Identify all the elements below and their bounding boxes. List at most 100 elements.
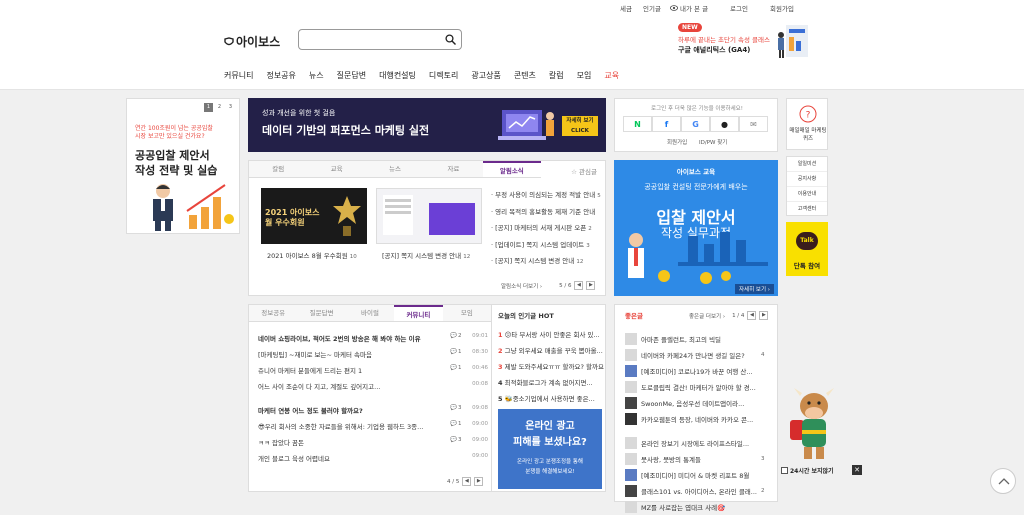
community-item-6[interactable]: 😎우리 회사의 소중한 자료들을 위해서: 기업용 웹하드 3종... 💬 1 09:… xyxy=(258,421,488,437)
nav-agency[interactable]: 대행컨설팅 xyxy=(379,70,416,84)
scroll-top-button[interactable] xyxy=(990,468,1016,494)
popular-link[interactable]: 인기글 xyxy=(643,3,661,13)
education-ad-banner[interactable]: 아이보스 교육 공공입찰 컨설팅 전문가에게 배우는 입찰 제안서 작성 실무과… xyxy=(614,160,778,296)
hot-item-3[interactable]: 3 제발 도와주세요ㅠㅠ 할까요? 할까요? xyxy=(498,361,604,377)
ad-page-2[interactable]: 2 xyxy=(215,103,224,112)
side-notice[interactable]: 공지사항 xyxy=(787,172,827,187)
good-item-1[interactable]: 아마존 플렐런트, 최고의 빅딜 xyxy=(625,331,777,347)
ad-page-1[interactable]: 1 xyxy=(204,103,213,112)
tab-news[interactable]: 뉴스 xyxy=(366,161,424,177)
tab-education[interactable]: 교육 xyxy=(307,161,365,177)
prev-arrow-icon[interactable]: ◀ xyxy=(574,281,584,290)
site-logo[interactable]: 아이보스 xyxy=(224,33,280,50)
banner-click-button[interactable]: 자세히 보기 CLICK xyxy=(562,116,598,136)
login-link[interactable]: 로그인 xyxy=(730,3,748,13)
community-item-3[interactable]: 쥬니어 마케터 분들에게 드리는 편지 1 💬 1 00:46 xyxy=(258,365,488,381)
marketing-quiz-box[interactable]: ? 매일매일 마케팅퀴즈 xyxy=(786,98,828,150)
good-item-5[interactable]: SwoonMe, 음성우선 데이트앱이라... xyxy=(625,395,777,411)
google-login-icon[interactable]: G xyxy=(681,116,710,132)
nav-column[interactable]: 칼럼 xyxy=(549,70,564,84)
search-input[interactable] xyxy=(303,30,443,48)
nav-education[interactable]: 교육 xyxy=(604,70,619,84)
community-item-1[interactable]: 네이버 쇼핑라이브, 적어도 2번의 방송은 해 봐야 하는 이유 💬 2 09:01 xyxy=(258,333,488,349)
naver-login-icon[interactable]: N xyxy=(623,116,652,132)
kakao-talk-banner[interactable]: Talk 단톡 참여 xyxy=(786,222,828,276)
card-caption-2[interactable]: [공지] 쪽지 시스템 변경 안내 12 xyxy=(382,250,470,260)
hot-item-5[interactable]: 5 🐝중소기업에서 사용하면 좋은... xyxy=(498,393,604,409)
notice-more-link[interactable]: 알림소식 더보기 › xyxy=(501,282,542,290)
nav-directory[interactable]: 디렉토리 xyxy=(429,70,458,84)
left-ad-banner[interactable]: 1 2 3 연간 100조원이 넘는 공공입찰 시장 보고만 있으실 건가요? … xyxy=(126,98,240,234)
tax-link[interactable]: 세금 xyxy=(620,3,632,13)
edu-detail-button[interactable]: 자세히 보기 › xyxy=(735,284,774,294)
nav-qna[interactable]: 질문답변 xyxy=(337,70,366,84)
hot-item-1[interactable]: 1 😕타 부서랑 사이 안좋은 회사 있... xyxy=(498,329,604,345)
prev-arrow-icon[interactable]: ◀ xyxy=(747,311,757,320)
tab-meetup[interactable]: 모임 xyxy=(443,305,491,321)
community-item-2[interactable]: [마케팅팁] ~재미로 보는~ 마케터 속마음 💬 1 08:30 xyxy=(258,349,488,365)
tab-community[interactable]: 커뮤니티 xyxy=(394,305,443,321)
next-arrow-icon[interactable]: ▶ xyxy=(759,311,769,320)
good2-item-5[interactable]: MZ를 사로잡는 엽대크 사례🎯 xyxy=(625,499,777,515)
next-arrow-icon[interactable]: ▶ xyxy=(474,477,484,486)
tab-notices[interactable]: 알림소식 xyxy=(482,161,542,177)
good-item-4[interactable]: 도로클립릭 결산! 마케터가 알아야 할 경... xyxy=(625,379,777,395)
nav-news[interactable]: 뉴스 xyxy=(309,70,324,84)
header-ad-banner[interactable]: NEW 하루에 끝내는 초단기 속성 클래스 구글 애널리틱스 (GA4) xyxy=(678,22,812,62)
card-caption-1[interactable]: 2021 아이보스 8월 우수회원 10 xyxy=(267,250,357,260)
nav-contents[interactable]: 콘텐츠 xyxy=(514,70,536,84)
member-award-thumb[interactable]: 2021 아이보스 월 우수회원 xyxy=(261,188,367,244)
tab-materials[interactable]: 자료 xyxy=(424,161,482,177)
notice-item-4[interactable]: · [업데이트] 쪽지 시스템 업데이트 3 xyxy=(491,239,603,256)
prev-arrow-icon[interactable]: ◀ xyxy=(462,477,472,486)
notice-item-3[interactable]: · [공지] 마케터의 서재 게시판 오픈 2 xyxy=(491,222,603,239)
ad-dispute-banner[interactable]: 온라인 광고 피해를 보셨나요? 온라인 광고 분쟁조정을 통해 분쟁을 해결해… xyxy=(498,409,602,489)
good2-item-4[interactable]: 클래스101 vs. 아이디어스, 온라인 클래... 2 xyxy=(625,483,777,499)
favorite-link[interactable]: ☆ 관심글 xyxy=(571,166,597,176)
kakao-login-icon[interactable]: ● xyxy=(710,116,739,132)
search-box[interactable] xyxy=(298,29,462,50)
notice-item-1[interactable]: · 부정 사용이 의심되는 계정 적발 안내 5 xyxy=(491,189,603,206)
signup-link[interactable]: 회원가입 xyxy=(770,3,794,13)
side-support[interactable]: 고객센터 xyxy=(787,202,827,216)
community-item-4[interactable]: 어느 사이 조순이 다 지고, 계절도 깊어지고... 00:08 xyxy=(258,381,488,397)
nav-info-share[interactable]: 정보공유 xyxy=(266,70,295,84)
community-item-7[interactable]: ㅋㅋ 잡았다 꿈돈 💬 3 09:00 xyxy=(258,437,488,453)
tab-viral[interactable]: 바이럴 xyxy=(346,305,394,321)
community-item-8[interactable]: 개인 블로그 육성 어렵네요 09:00 xyxy=(258,453,488,469)
nav-community[interactable]: 커뮤니티 xyxy=(224,70,253,84)
next-arrow-icon[interactable]: ▶ xyxy=(586,281,596,290)
nav-ad-products[interactable]: 광고상품 xyxy=(471,70,500,84)
hide-checkbox[interactable] xyxy=(781,467,788,474)
ad-page-3[interactable]: 3 xyxy=(226,103,235,112)
good2-item-1[interactable]: 온라인 장보기 시장에도 라이프스타일... xyxy=(625,435,777,451)
nav-meetup[interactable]: 모임 xyxy=(577,70,592,84)
good2-item-2[interactable]: 뭇사랑, 뭇방의 통계들 3 xyxy=(625,451,777,467)
side-guide[interactable]: 이용안내 xyxy=(787,187,827,202)
find-id-pw-link[interactable]: ID/PW 찾기 xyxy=(699,138,727,146)
good-more-link[interactable]: 좋은글 더보기 › xyxy=(689,312,725,320)
notice-item-5[interactable]: · [공지] 쪽지 시스템 변경 안내 12 xyxy=(491,255,603,272)
main-banner[interactable]: 성과 개선을 위한 첫 걸음 데이터 기반의 퍼포먼스 마케팅 실전 자세히 보… xyxy=(248,98,606,152)
tab-info-share[interactable]: 정보공유 xyxy=(249,305,297,321)
hide-24h-option[interactable]: 24시간 보지않기 xyxy=(781,466,834,475)
hot-item-4[interactable]: 4 최적화블로그가 계속 없어지면... xyxy=(498,377,604,393)
notice-system-thumb[interactable] xyxy=(376,188,482,244)
tab-qna[interactable]: 질문답변 xyxy=(297,305,345,321)
good-item-2[interactable]: 네이버와 카페24가 만나면 생길 일은? 4 xyxy=(625,347,777,363)
email-login-icon[interactable]: ✉ xyxy=(739,116,768,132)
side-daily-mission[interactable]: 일일미션 xyxy=(787,157,827,172)
hot-item-2[interactable]: 2 그냥 외우세요 매출을 꾸욱 뽑아올... xyxy=(498,345,604,361)
good2-item-3[interactable]: [예조미디어] 미디어 & 마켓 리포트 8월 xyxy=(625,467,777,483)
close-icon[interactable]: ✕ xyxy=(852,465,862,475)
community-item-5[interactable]: 마케터 연봉 어느 정도 불러야 할까요? 💬 3 09:08 xyxy=(258,405,488,421)
floating-cow-mascot[interactable] xyxy=(788,386,838,462)
search-icon[interactable] xyxy=(445,34,456,45)
tab-column[interactable]: 칼럼 xyxy=(249,161,307,177)
myview-link[interactable]: 내가 본 글 xyxy=(670,3,708,13)
good-item-3[interactable]: [예조미디어] 코로나19가 바꾼 여행 산... xyxy=(625,363,777,379)
good-item-6[interactable]: 카카오웹툰의 등장, 네이버와 카카오 콘... xyxy=(625,411,777,427)
facebook-login-icon[interactable]: f xyxy=(652,116,681,132)
notice-item-2[interactable]: · 영리 목적의 홍보활동 제재 기준 안내 xyxy=(491,206,603,223)
signup-button[interactable]: 회원가입 xyxy=(667,138,687,146)
